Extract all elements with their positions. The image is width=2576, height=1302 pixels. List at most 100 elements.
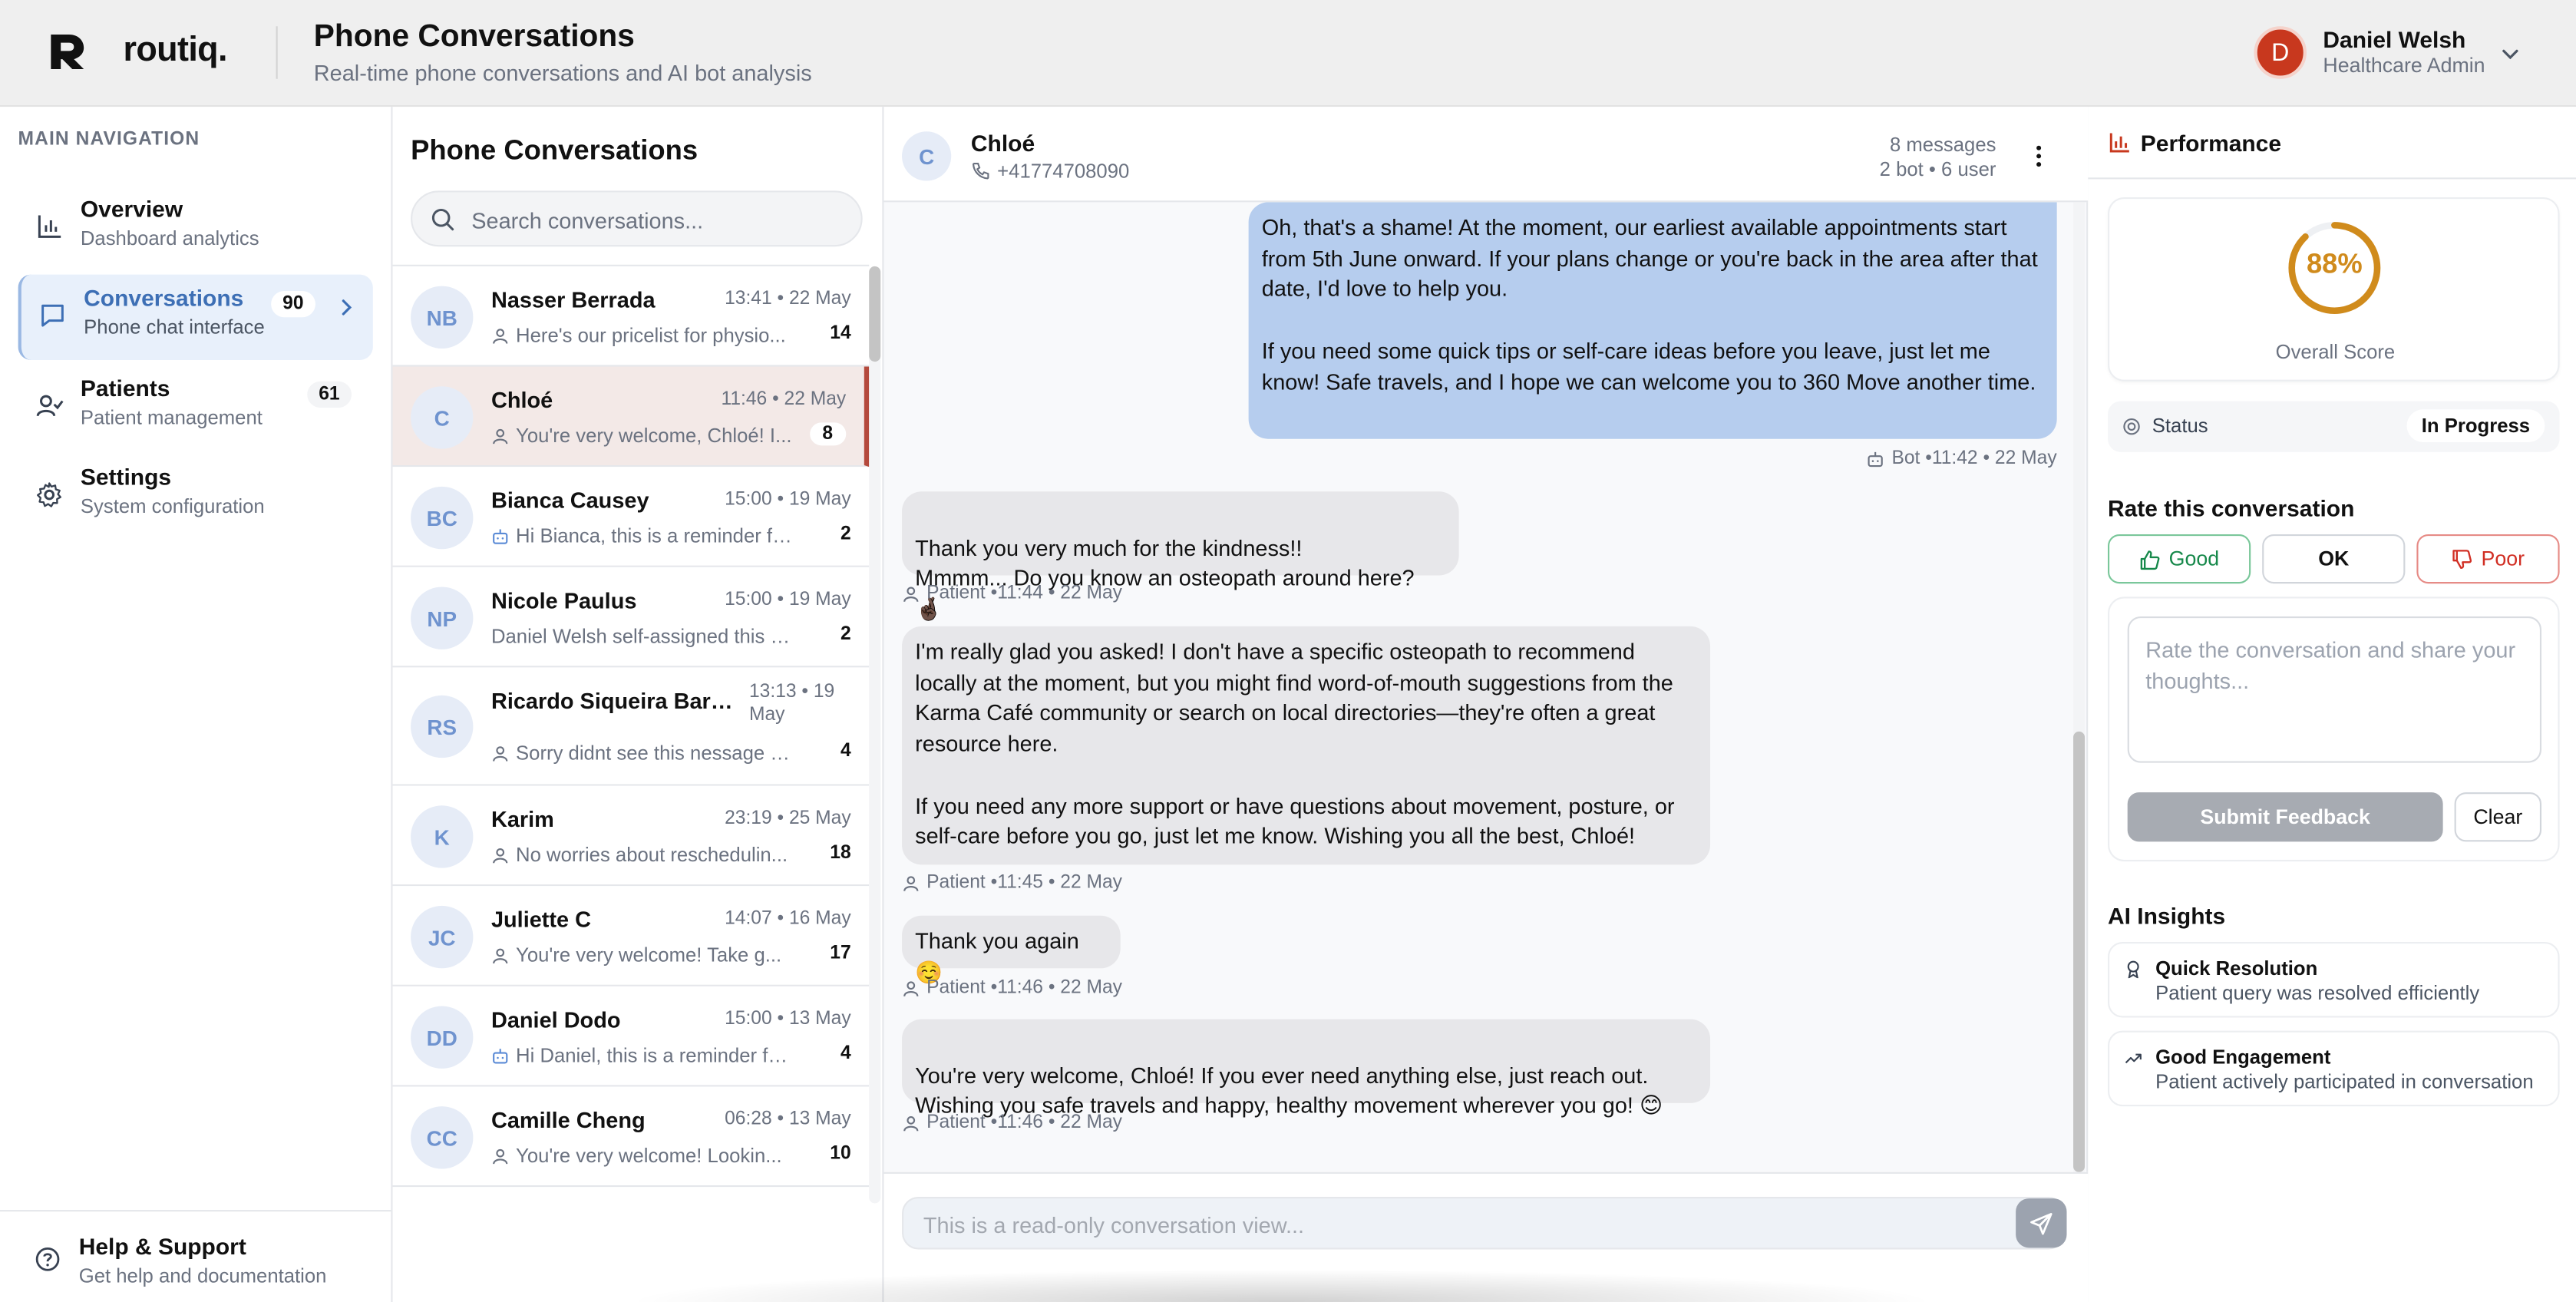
conversation-row[interactable]: DD Daniel Dodo 15:00 • 13 May Hi Daniel, th… [392,986,870,1087]
user-icon [493,745,508,761]
conversation-row[interactable]: C Chloé 11:46 • 22 May You're very welcome,… [392,366,870,468]
count-badge: 90 [271,291,315,318]
message-meta: Patient •11:45 • 22 May [902,873,1122,893]
user-icon [493,1148,508,1164]
rate-ok-button[interactable]: OK [2262,534,2406,584]
sidebar-item-overview[interactable]: Overview Dashboard analytics [18,186,373,271]
help-circle-icon [35,1247,60,1271]
clear-button[interactable]: Clear [2454,792,2542,842]
sidebar-item-sub: Dashboard analytics [80,226,259,250]
insight-title: Quick Resolution [2155,957,2318,980]
patient-message: I'm really glad you asked! I don't have … [902,626,1711,865]
search-input[interactable] [471,203,834,237]
message-meta: Patient •11:46 • 22 May [902,978,1122,998]
chat-header: C Chloé +41774708090 8 messages 2 bot • … [883,107,2089,203]
top-bar: routiq. Phone Conversations Real-time ph… [0,0,2576,107]
logo-text[interactable]: routiq. [124,31,228,71]
message-count-badge: 2 [840,524,851,544]
bot-message: Oh, that's a shame! At the moment, our e… [1248,202,2057,439]
trending-up-icon [2125,1053,2142,1064]
bot-icon [493,528,508,544]
contact-name: Nasser Berrada [490,287,656,312]
avatar[interactable]: D [2254,26,2307,79]
sidebar-item-conversations[interactable]: Conversations Phone chat interface 90 [18,274,373,360]
insight-card: Good Engagement Patient actively partici… [2108,1030,2560,1107]
user-name[interactable]: Daniel Welsh [2323,26,2465,52]
routiq-logo-icon[interactable] [46,30,89,73]
gear-icon [37,482,61,507]
message-count-badge: 8 [809,422,847,446]
conversation-row[interactable]: NB Nasser Berrada 13:41 • 22 May Here's our… [392,266,870,367]
message-preview: You're very welcome! Take g... [491,943,795,967]
message-thread[interactable]: Oh, that's a shame! At the moment, our e… [883,202,2088,1171]
rate-poor-button[interactable]: Poor [2416,534,2560,584]
feedback-textarea[interactable] [2127,616,2542,763]
avatar: BC [411,486,474,550]
overall-score-value: 88% [2306,248,2363,280]
patient-message: You're very welcome, Chloé! If you ever … [902,1019,1711,1119]
chevron-right-icon [342,299,352,316]
app-window: routiq. Phone Conversations Real-time ph… [0,0,2576,1302]
message-meta: Bot •11:42 • 22 May [1867,449,2057,468]
feedback-card: Submit Feedback Clear [2108,596,2560,862]
message-text: Thank you very much for the kindness!! M… [915,535,1415,622]
patient-message: Thank you again ☺️ [902,915,1121,984]
contact-name: Daniel Dodo [490,1007,621,1033]
message-preview: Here's our pricelist for physio... [491,324,795,347]
chevron-down-icon[interactable] [2498,43,2522,66]
timestamp: 11:46 • 22 May [721,389,847,410]
scrollbar-thumb[interactable] [2073,731,2086,1172]
message-input[interactable] [923,1208,1975,1241]
avatar: C [411,386,474,449]
send-button[interactable] [2016,1198,2067,1248]
message-breakdown: 2 bot • 6 user [1879,157,1996,181]
help-support-link[interactable]: Help & Support Get help and documentatio… [0,1210,391,1302]
page-title: Phone Conversations [313,19,635,55]
conversation-row[interactable]: CC Camille Cheng 06:28 • 13 May You're very… [392,1086,870,1188]
message-count-badge: 4 [840,1043,851,1064]
message-count: 8 messages [1889,133,1996,157]
message-count-badge: 10 [830,1144,851,1165]
conversation-list-scrollbar[interactable] [869,266,881,1204]
conversation-list-title: Phone Conversations [411,134,698,167]
search-icon [431,208,454,231]
message-meta-text: Patient •11:45 • 22 May [926,873,1122,893]
conversation-row[interactable]: RS Ricardo Siqueira Barros... 13:13 • 19 M… [392,667,870,786]
sidebar-item-patients[interactable]: Patients Patient management 61 [18,365,373,450]
insight-description: Patient query was resolved efficiently [2155,981,2480,1005]
search-box[interactable] [411,190,863,247]
user-role: Healthcare Admin [2323,54,2485,78]
message-square-icon [41,304,64,327]
insight-title: Good Engagement [2155,1045,2331,1069]
conversation-rows: NB Nasser Berrada 13:41 • 22 May Here's our… [392,264,870,1188]
timestamp: 06:28 • 13 May [725,1109,851,1130]
sidebar-item-sub: Phone chat interface [84,316,265,339]
sidebar-item-settings[interactable]: Settings System configuration [18,454,373,539]
rate-good-label: Good [2168,547,2220,571]
rate-good-button[interactable]: Good [2108,534,2251,584]
message-count-badge: 2 [840,624,851,645]
scrollbar-thumb[interactable] [869,266,881,362]
contact-name: Chloé [490,388,553,413]
message-preview: You're very welcome, Chloé! I... [491,424,795,447]
user-icon [903,586,919,601]
sidebar-item-label: Patients [80,375,170,402]
preview-text: Daniel Welsh self-assigned this c... [490,624,795,648]
chat-scrollbar[interactable] [2073,202,2086,1172]
help-sub: Get help and documentation [78,1264,327,1287]
conversation-row[interactable]: JC Juliette C 14:07 • 16 May You're very we… [392,886,870,986]
conversation-row[interactable]: NP Nicole Paulus 15:00 • 19 May Daniel Wels… [392,567,870,668]
message-count-badge: 4 [840,741,851,762]
user-icon [903,1115,919,1131]
message-input-box[interactable] [902,1196,2067,1250]
bar-chart-icon [2109,133,2129,153]
conversation-row[interactable]: K Karim 23:19 • 25 May No worries about res… [392,785,870,887]
submit-feedback-button[interactable]: Submit Feedback [2127,792,2443,842]
more-vertical-icon[interactable] [2024,141,2054,171]
sidebar-item-label: Conversations [84,284,244,311]
preview-text: You're very welcome! Lookin... [516,1144,782,1168]
nav-heading: MAIN NAVIGATION [18,130,200,150]
conversation-row[interactable]: BC Bianca Causey 15:00 • 19 May Hi Bianca, … [392,467,870,567]
count-badge: 61 [307,381,352,408]
chat-panel: C Chloé +41774708090 8 messages 2 bot • … [883,107,2089,1302]
